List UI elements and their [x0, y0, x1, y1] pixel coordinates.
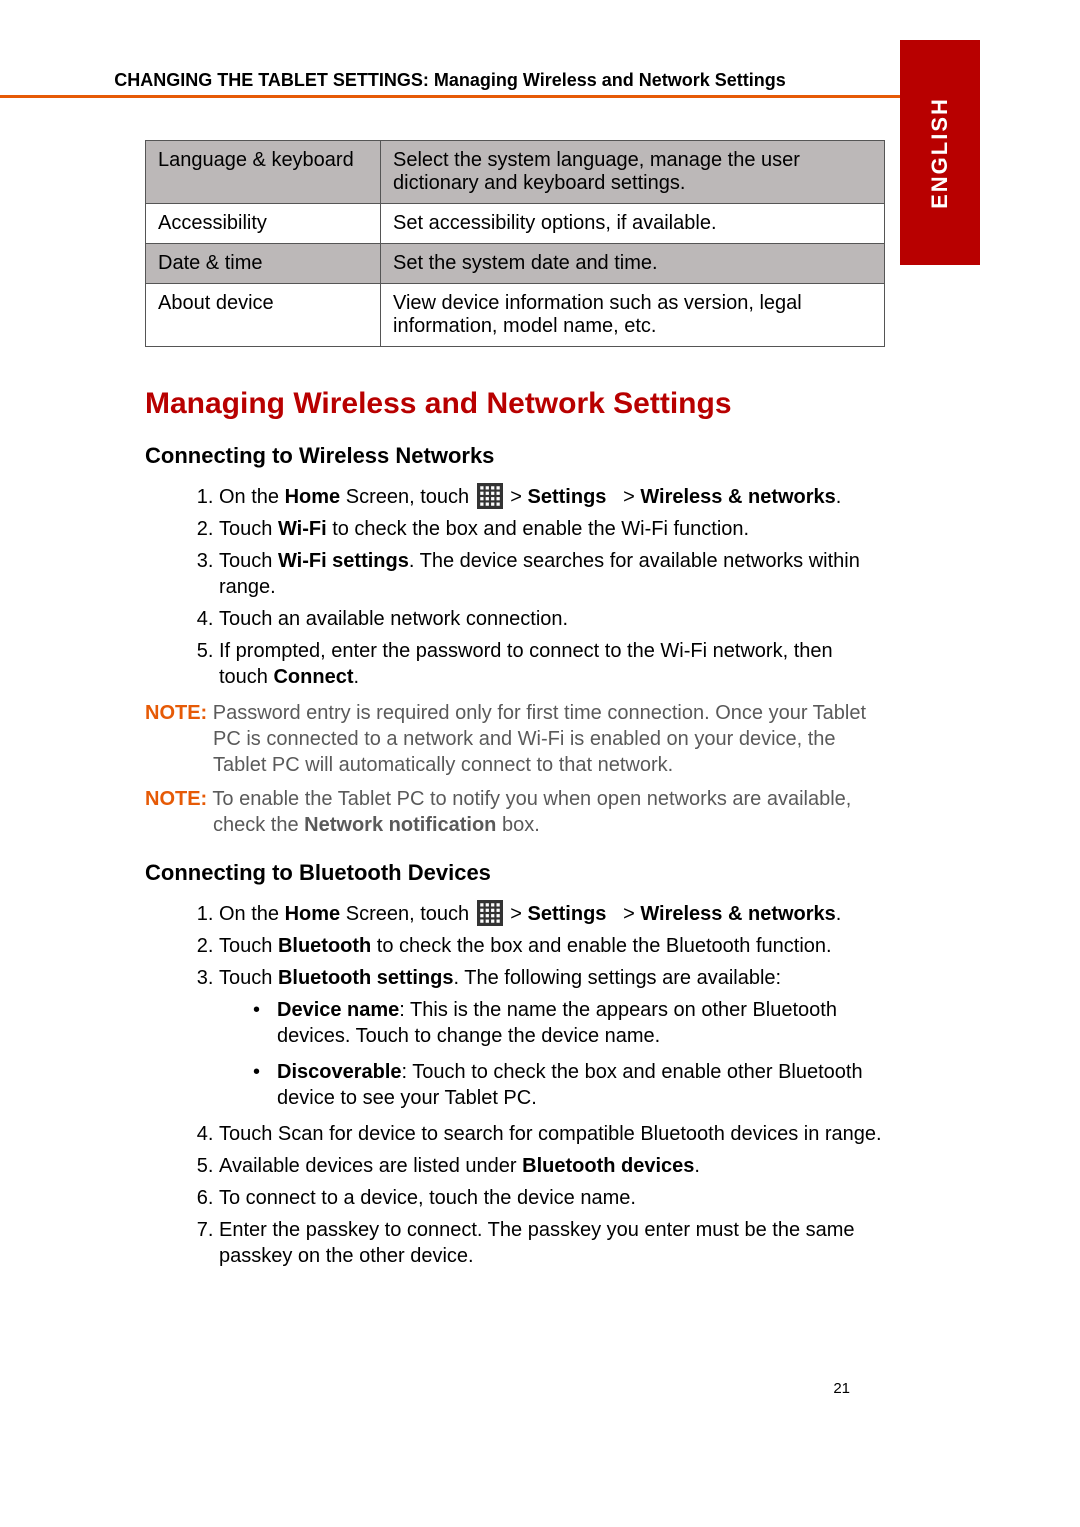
setting-desc: Set accessibility options, if available. [381, 204, 885, 244]
note-label: NOTE: [145, 788, 207, 810]
setting-name: Language & keyboard [146, 141, 381, 204]
bt-sublist: Device name: This is the name the appear… [249, 997, 885, 1111]
setting-desc: Select the system language, manage the u… [381, 141, 885, 204]
list-item: On the Home Screen, touch > Settings > W… [219, 483, 885, 510]
language-tab-label: ENGLISH [927, 97, 953, 209]
list-item: To connect to a device, touch the device… [219, 1185, 885, 1211]
setting-name: About device [146, 284, 381, 347]
note-text: To enable the Tablet PC to notify you wh… [207, 788, 851, 836]
table-row: About device View device information suc… [146, 284, 885, 347]
page-header: CHANGING THE TABLET SETTINGS: Managing W… [0, 70, 900, 91]
note-text: Password entry is required only for firs… [207, 702, 866, 776]
settings-table: Language & keyboard Select the system la… [145, 140, 885, 347]
note: NOTE: To enable the Tablet PC to notify … [145, 786, 885, 838]
page-number: 21 [833, 1380, 850, 1397]
list-item: Enter the passkey to connect. The passke… [219, 1217, 885, 1269]
bt-heading: Connecting to Bluetooth Devices [145, 860, 885, 886]
header-divider [0, 95, 900, 98]
list-item: Touch Wi-Fi settings. The device searche… [219, 548, 885, 600]
list-item: Touch Bluetooth settings. The following … [219, 965, 885, 1111]
list-item: Available devices are listed under Bluet… [219, 1153, 885, 1179]
setting-name: Date & time [146, 244, 381, 284]
list-item: On the Home Screen, touch > Settings > W… [219, 900, 885, 927]
list-item: Touch an available network connection. [219, 606, 885, 632]
apps-grid-icon [477, 483, 503, 509]
wifi-steps: On the Home Screen, touch > Settings > W… [185, 483, 885, 690]
table-row: Language & keyboard Select the system la… [146, 141, 885, 204]
wifi-heading: Connecting to Wireless Networks [145, 443, 885, 469]
note: NOTE: Password entry is required only fo… [145, 700, 885, 778]
list-item: Discoverable: Touch to check the box and… [249, 1059, 885, 1111]
list-item: Touch Bluetooth to check the box and ena… [219, 933, 885, 959]
note-label: NOTE: [145, 702, 207, 724]
setting-desc: View device information such as version,… [381, 284, 885, 347]
apps-grid-icon [477, 900, 503, 926]
table-row: Date & time Set the system date and time… [146, 244, 885, 284]
setting-desc: Set the system date and time. [381, 244, 885, 284]
language-tab: ENGLISH [900, 40, 980, 265]
bt-steps: On the Home Screen, touch > Settings > W… [185, 900, 885, 1269]
list-item: Device name: This is the name the appear… [249, 997, 885, 1049]
list-item: Touch Wi-Fi to check the box and enable … [219, 516, 885, 542]
list-item: If prompted, enter the password to conne… [219, 638, 885, 690]
section-heading: Managing Wireless and Network Settings [145, 387, 885, 421]
setting-name: Accessibility [146, 204, 381, 244]
table-row: Accessibility Set accessibility options,… [146, 204, 885, 244]
list-item: Touch Scan for device to search for comp… [219, 1121, 885, 1147]
